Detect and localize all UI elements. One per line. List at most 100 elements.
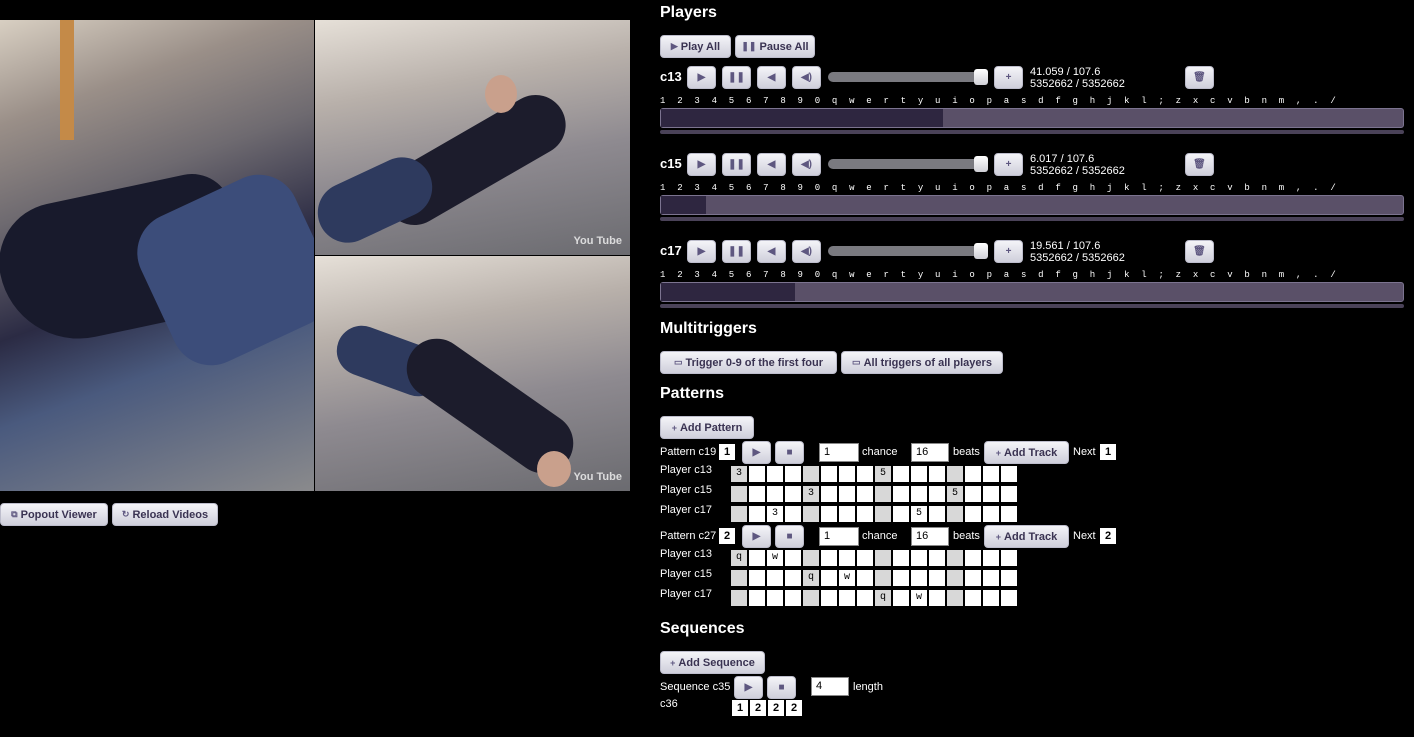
beat-cell[interactable]	[929, 486, 945, 502]
pattern-number[interactable]: 1	[719, 444, 735, 460]
trigger-key[interactable]: b	[1244, 183, 1261, 193]
trigger-key[interactable]: u	[935, 270, 952, 280]
player-progress-track[interactable]	[660, 282, 1404, 302]
beat-cell[interactable]	[965, 466, 981, 482]
sequence-step[interactable]: 1	[732, 700, 748, 716]
beat-cell[interactable]	[821, 550, 837, 566]
pattern-chance-input[interactable]: 1	[819, 527, 859, 546]
trigger-key[interactable]: k	[1124, 96, 1141, 106]
beat-cell[interactable]	[1001, 550, 1017, 566]
trigger-key[interactable]: g	[1073, 96, 1090, 106]
beat-cell[interactable]	[875, 506, 891, 522]
trigger-key[interactable]: z	[1176, 96, 1193, 106]
player-pause-button[interactable]: ❚❚	[722, 153, 751, 176]
reload-videos-button[interactable]: ↻ Reload Videos	[112, 503, 218, 526]
trigger-key[interactable]: j	[1107, 96, 1124, 106]
beat-cell[interactable]	[749, 570, 765, 586]
beat-cell[interactable]	[929, 550, 945, 566]
beat-cell[interactable]	[1001, 570, 1017, 586]
trigger-key[interactable]: y	[918, 96, 935, 106]
trigger-key[interactable]: l	[1141, 96, 1158, 106]
beat-cell[interactable]	[893, 506, 909, 522]
trigger-key[interactable]: v	[1227, 183, 1244, 193]
beat-cell[interactable]	[839, 590, 855, 606]
beat-cell[interactable]	[803, 506, 819, 522]
trigger-key[interactable]: 1	[660, 270, 677, 280]
sequence-step[interactable]: 2	[786, 700, 802, 716]
trigger-key[interactable]: 9	[798, 96, 815, 106]
beat-cell[interactable]	[857, 506, 873, 522]
trigger-key[interactable]: l	[1141, 270, 1158, 280]
pattern-beats-input[interactable]: 16	[911, 527, 949, 546]
trigger-key[interactable]: .	[1313, 270, 1330, 280]
trigger-key[interactable]: g	[1073, 270, 1090, 280]
beat-cell[interactable]	[857, 466, 873, 482]
player-volume-button[interactable]: ◀)	[792, 66, 821, 89]
trigger-key[interactable]: 9	[798, 183, 815, 193]
beat-cell[interactable]	[893, 590, 909, 606]
trigger-key[interactable]: c	[1210, 183, 1227, 193]
trigger-key[interactable]: 1	[660, 96, 677, 106]
sequence-length-input[interactable]: 4	[811, 677, 849, 696]
beat-cell[interactable]	[785, 506, 801, 522]
pattern-number[interactable]: 2	[719, 528, 735, 544]
beat-cell[interactable]	[1001, 590, 1017, 606]
beat-cell[interactable]	[983, 466, 999, 482]
beat-cell[interactable]	[821, 506, 837, 522]
sequence-play-button[interactable]: ▶	[734, 676, 763, 699]
beat-cell[interactable]	[731, 590, 747, 606]
trigger-key[interactable]: 4	[712, 270, 729, 280]
player-play-button[interactable]: ▶	[687, 153, 716, 176]
trigger-key[interactable]: t	[901, 96, 918, 106]
trigger-key[interactable]: ;	[1158, 96, 1175, 106]
beat-cell[interactable]	[965, 550, 981, 566]
beat-cell[interactable]	[839, 550, 855, 566]
beat-cell[interactable]	[947, 550, 963, 566]
trigger-key[interactable]: m	[1279, 183, 1296, 193]
beat-cell[interactable]	[929, 590, 945, 606]
trigger-key[interactable]: b	[1244, 96, 1261, 106]
trigger-key[interactable]: f	[1055, 96, 1072, 106]
trigger-key[interactable]: 3	[694, 96, 711, 106]
pause-all-button[interactable]: ❚❚ Pause All	[735, 35, 815, 58]
trigger-key[interactable]: l	[1141, 183, 1158, 193]
beat-cell[interactable]	[767, 486, 783, 502]
trigger-key[interactable]: t	[901, 183, 918, 193]
player-delete-button[interactable]: 🗑	[1185, 153, 1214, 176]
trigger-key[interactable]: .	[1313, 96, 1330, 106]
beat-cell[interactable]	[857, 550, 873, 566]
trigger-key[interactable]: s	[1021, 96, 1038, 106]
trigger-key[interactable]: ,	[1296, 270, 1313, 280]
add-track-button[interactable]: + Add Track	[984, 441, 1069, 464]
player-progress-track[interactable]	[660, 108, 1404, 128]
trigger-key[interactable]: ,	[1296, 183, 1313, 193]
trigger-key[interactable]: /	[1330, 183, 1347, 193]
beat-cell[interactable]	[839, 466, 855, 482]
beat-cell[interactable]	[983, 590, 999, 606]
trigger-key[interactable]: a	[1004, 96, 1021, 106]
beat-cell[interactable]	[749, 486, 765, 502]
player-volume-button[interactable]: ◀)	[792, 240, 821, 263]
beat-cell[interactable]	[965, 590, 981, 606]
beat-cell[interactable]	[731, 570, 747, 586]
beat-cell[interactable]	[911, 550, 927, 566]
trigger-key[interactable]: z	[1176, 270, 1193, 280]
trigger-key[interactable]: c	[1210, 270, 1227, 280]
beat-cell[interactable]: 5	[947, 486, 963, 502]
trigger-key[interactable]: 6	[746, 96, 763, 106]
trigger-key[interactable]: p	[987, 270, 1004, 280]
trigger-key[interactable]: 0	[815, 183, 832, 193]
trigger-key[interactable]: f	[1055, 183, 1072, 193]
trigger-key[interactable]: 0	[815, 270, 832, 280]
add-track-button[interactable]: + Add Track	[984, 525, 1069, 548]
trigger-key[interactable]: c	[1210, 96, 1227, 106]
volume-slider[interactable]	[828, 243, 988, 259]
beat-cell[interactable]	[965, 486, 981, 502]
beat-cell[interactable]: 5	[875, 466, 891, 482]
beat-cell[interactable]	[893, 570, 909, 586]
beat-cell[interactable]	[893, 466, 909, 482]
beat-cell[interactable]	[1001, 486, 1017, 502]
beat-cell[interactable]	[821, 486, 837, 502]
trigger-key[interactable]: x	[1193, 270, 1210, 280]
beat-cell[interactable]	[767, 466, 783, 482]
